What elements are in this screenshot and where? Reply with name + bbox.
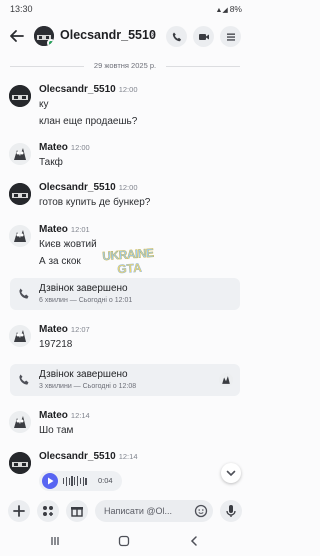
status-battery: ▲◢ 8% (215, 4, 242, 14)
divider-line (166, 66, 240, 67)
system-navigation-bar (0, 526, 250, 556)
voice-call-button[interactable] (166, 26, 187, 47)
message-time: 12:00 (118, 85, 138, 94)
message-text: готов купить де бункер? (39, 197, 151, 208)
video-call-button[interactable] (193, 26, 214, 47)
author-name[interactable]: Mateo (39, 142, 68, 153)
chevron-down-icon (226, 470, 236, 477)
avatar[interactable] (9, 225, 31, 247)
phone-icon (172, 32, 181, 41)
watermark-text: GTA (116, 260, 143, 277)
author-name[interactable]: Mateo (39, 410, 68, 421)
voice-message[interactable]: 0:04 (39, 471, 122, 491)
message-text: 197218 (39, 339, 73, 350)
battery-level: 8% (229, 4, 242, 14)
header-title[interactable]: Olecsandr_5510 (60, 28, 156, 42)
avatar[interactable] (9, 183, 31, 205)
play-button[interactable] (42, 473, 58, 489)
call-participant-avatar (219, 373, 233, 387)
call-subtitle: 6 хвилин — Сьогодні о 12:01 (39, 297, 133, 304)
message-text: Києв жовтий (39, 239, 97, 250)
gift-icon (71, 507, 83, 517)
message-author[interactable]: Mateo 12:07 (39, 324, 90, 335)
call-title: Дзвінок завершено (39, 369, 128, 380)
signal-icon: ▲◢ (215, 7, 230, 14)
message-author[interactable]: Olecsandr_5510 12:00 (39, 84, 138, 95)
home-icon[interactable] (118, 535, 130, 547)
message-time: 12:14 (118, 452, 138, 461)
author-name[interactable]: Mateo (39, 324, 68, 335)
call-title: Дзвінок завершено (39, 283, 128, 294)
recents-icon[interactable] (49, 535, 61, 547)
avatar[interactable] (9, 325, 31, 347)
author-name[interactable]: Olecsandr_5510 (39, 451, 116, 462)
phone-icon (19, 288, 29, 299)
menu-button[interactable] (220, 26, 241, 47)
avatar[interactable] (9, 452, 31, 474)
message-author[interactable]: Mateo 12:00 (39, 142, 90, 153)
status-bar: 13:30 ▲◢ 8% (0, 0, 250, 18)
message-composer: Написати @Ol... (0, 496, 250, 526)
voice-duration: 0:04 (98, 476, 113, 485)
message-time: 12:07 (70, 325, 90, 334)
message-author[interactable]: Mateo 12:01 (39, 224, 90, 235)
online-status-dot (47, 39, 54, 46)
waveform (63, 476, 87, 486)
status-time: 13:30 (10, 4, 33, 14)
message-input[interactable]: Написати @Ol... (95, 500, 213, 522)
message-time: 12:00 (70, 143, 90, 152)
play-icon (48, 477, 54, 485)
chevron-right-icon[interactable]: › (151, 29, 154, 40)
message-text: Такф (39, 157, 63, 168)
avatar[interactable] (9, 85, 31, 107)
call-ended-card[interactable]: Дзвінок завершено 6 хвилин — Сьогодні о … (10, 278, 240, 310)
chat-header: Olecsandr_5510 › (0, 20, 250, 52)
author-name[interactable]: Olecsandr_5510 (39, 182, 116, 193)
gift-button[interactable] (66, 500, 88, 522)
message-author[interactable]: Olecsandr_5510 12:14 (39, 451, 138, 462)
emoji-icon[interactable] (193, 503, 209, 519)
voice-record-button[interactable] (220, 500, 242, 522)
call-ended-card[interactable]: Дзвінок завершено 3 хвилини — Сьогодні о… (10, 364, 240, 396)
message-author[interactable]: Mateo 12:14 (39, 410, 90, 421)
message-time: 12:01 (70, 225, 90, 234)
date-divider: 29 жовтня 2025 р. (0, 60, 250, 72)
message-text: А за скок (39, 256, 81, 267)
apps-button[interactable] (37, 500, 59, 522)
attach-button[interactable] (8, 500, 30, 522)
message-text: ку (39, 99, 49, 110)
message-time: 12:00 (118, 183, 138, 192)
message-author[interactable]: Olecsandr_5510 12:00 (39, 182, 138, 193)
author-name[interactable]: Olecsandr_5510 (39, 84, 116, 95)
avatar[interactable] (9, 411, 31, 433)
input-placeholder: Написати @Ol... (104, 506, 173, 516)
back-arrow-icon[interactable] (8, 27, 26, 45)
message-text: клан еще продаешь? (39, 116, 138, 127)
apps-icon (43, 506, 53, 516)
message-time: 12:14 (70, 411, 90, 420)
header-avatar[interactable] (34, 26, 54, 46)
author-name[interactable]: Mateo (39, 224, 68, 235)
video-icon (198, 33, 209, 40)
mic-icon (226, 505, 236, 517)
call-subtitle: 3 хвилини — Сьогодні о 12:08 (39, 383, 137, 390)
message-text: Шо там (39, 425, 74, 436)
jump-to-latest-button[interactable] (221, 463, 241, 483)
plus-icon (13, 505, 25, 517)
phone-icon (19, 374, 29, 385)
menu-icon (226, 33, 235, 41)
back-icon[interactable] (188, 535, 200, 547)
avatar[interactable] (9, 143, 31, 165)
